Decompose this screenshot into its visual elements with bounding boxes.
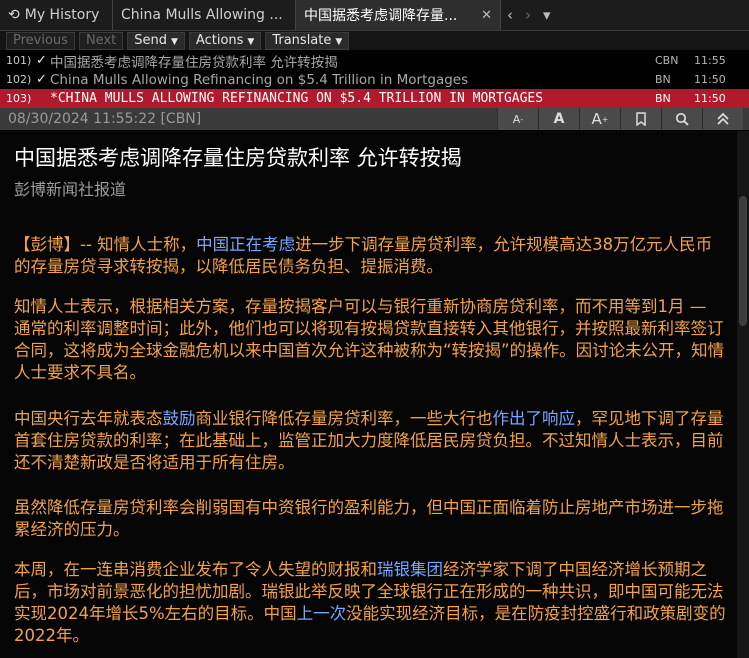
tab-china-mulls[interactable]: China Mulls Allowing ... (113, 0, 296, 30)
tab-scroll-right-icon[interactable]: › (519, 0, 537, 30)
bookmark-icon[interactable] (620, 108, 661, 130)
actions-label: Actions (195, 32, 244, 48)
headline-title: 中国据悉考虑调降存量住房贷款利率 允许转按揭 (50, 54, 338, 71)
story-title: 中国据悉考虑调降存量住房贷款利率 允许转按揭 (14, 146, 462, 170)
paragraph-text: 商业银行降低存量房贷利率，一些大行也 (195, 409, 493, 428)
scrollbar-thumb[interactable] (739, 196, 747, 326)
send-menu-button[interactable]: Send ▼ (127, 31, 185, 50)
tab-my-history[interactable]: ⟲ My History (0, 0, 113, 30)
story-toolbar: Previous Next Send ▼ Actions ▼ Translate ▼ (0, 31, 749, 50)
chevron-down-icon: ▼ (335, 36, 343, 47)
headline-source: CBN (655, 54, 679, 67)
headline-source: BN (655, 73, 671, 86)
tab-list-dropdown-icon[interactable]: ▾ (537, 0, 557, 30)
font-decrease-label: A (512, 112, 521, 126)
paragraph-1: 【彭博】-- 知情人士称，中国正在考虑进一步下调存量房贷利率，允许规模高达38万… (14, 234, 726, 278)
read-check-icon: ✓ (36, 53, 47, 68)
tab-bar: ⟲ My History China Mulls Allowing ... 中国… (0, 0, 749, 31)
previous-button[interactable]: Previous (6, 31, 75, 50)
headline-time: 11:50 (694, 92, 726, 105)
tab-china-mulls-label: China Mulls Allowing ... (121, 7, 283, 23)
send-label: Send (134, 32, 167, 48)
read-check-icon: ✓ (36, 72, 47, 87)
headline-time: 11:55 (694, 54, 726, 67)
paragraph-text: 【彭博】-- 知情人士称， (14, 235, 197, 254)
search-icon[interactable] (661, 108, 702, 130)
story-link[interactable]: 中国正在考虑 (196, 235, 295, 254)
story-body: 中国据悉考虑调降存量住房贷款利率 允许转按揭 彭博新闻社报道 【彭博】-- 知情… (0, 131, 737, 658)
font-increase-label: A (591, 110, 602, 128)
collapse-up-icon[interactable] (702, 108, 743, 130)
headline-number: 103) (6, 92, 32, 105)
headline-title: *CHINA MULLS ALLOWING REFINANCING ON $5.… (50, 91, 544, 106)
tab-scroll-left-icon[interactable]: ‹ (501, 0, 519, 30)
headline-title: China Mulls Allowing Refinancing on $5.4… (50, 71, 469, 88)
story-byline: 彭博新闻社报道 (14, 180, 127, 199)
translate-menu-button[interactable]: Translate ▼ (265, 31, 350, 50)
font-normal-button[interactable]: A (538, 108, 579, 130)
story-link[interactable]: 鼓励 (163, 409, 196, 428)
headline-row[interactable]: 102) ✓ China Mulls Allowing Refinancing … (0, 70, 749, 89)
story-datetime-source: 08/30/2024 11:55:22 [CBN] (8, 111, 202, 127)
translate-label: Translate (272, 32, 332, 48)
close-tab-icon[interactable]: ✕ (481, 8, 492, 23)
story-link[interactable]: 上一次 (297, 604, 347, 623)
headline-time: 11:50 (694, 73, 726, 86)
actions-menu-button[interactable]: Actions ▼ (188, 31, 262, 50)
font-decrease-button[interactable]: A- (497, 108, 538, 130)
headline-number: 101) (6, 54, 32, 67)
story-link[interactable]: 瑞银集团 (377, 560, 443, 579)
headline-source: BN (655, 92, 671, 105)
chevron-down-icon: ▼ (247, 36, 255, 47)
tab-active-story[interactable]: 中国据悉考虑调降存量... ✕ (296, 0, 501, 30)
paragraph-4: 虽然降低存量房贷利率会削弱国有中资银行的盈利能力，但中国正面临着防止房地产市场进… (14, 498, 724, 539)
paragraph-5: 本周，在一连串消费企业发布了令人失望的财报和瑞银集团经济学家下调了中国经济增长预… (14, 559, 726, 647)
paragraph-3: 中国央行去年就表态鼓励商业银行降低存量房贷利率，一些大行也作出了响应，罕见地下调… (14, 408, 726, 474)
chevron-down-icon: ▼ (171, 36, 178, 47)
tab-active-story-label: 中国据悉考虑调降存量... (304, 8, 458, 24)
paragraph-2: 知情人士表示，根据相关方案，存量按揭客户可以与银行重新协商房贷利率，而不用等到1… (14, 297, 725, 382)
font-increase-button[interactable]: A + (579, 108, 620, 130)
story-meta-bar: 08/30/2024 11:55:22 [CBN] A- A A + (0, 108, 749, 130)
headline-row[interactable]: 101) ✓ 中国据悉考虑调降存量住房贷款利率 允许转按揭 CBN 11:55 (0, 51, 749, 71)
paragraph-text: 中国央行去年就表态 (14, 409, 163, 428)
paragraph-text: 本周，在一连串消费企业发布了令人失望的财报和 (14, 560, 377, 579)
font-normal-label: A (553, 111, 565, 127)
headline-row-selected[interactable]: 103) *CHINA MULLS ALLOWING REFINANCING O… (0, 89, 749, 108)
tab-my-history-label: My History (24, 7, 100, 23)
headline-number: 102) (6, 73, 32, 86)
story-link[interactable]: 作出了响应 (493, 409, 576, 428)
next-button[interactable]: Next (78, 31, 124, 50)
history-icon: ⟲ (8, 7, 20, 23)
